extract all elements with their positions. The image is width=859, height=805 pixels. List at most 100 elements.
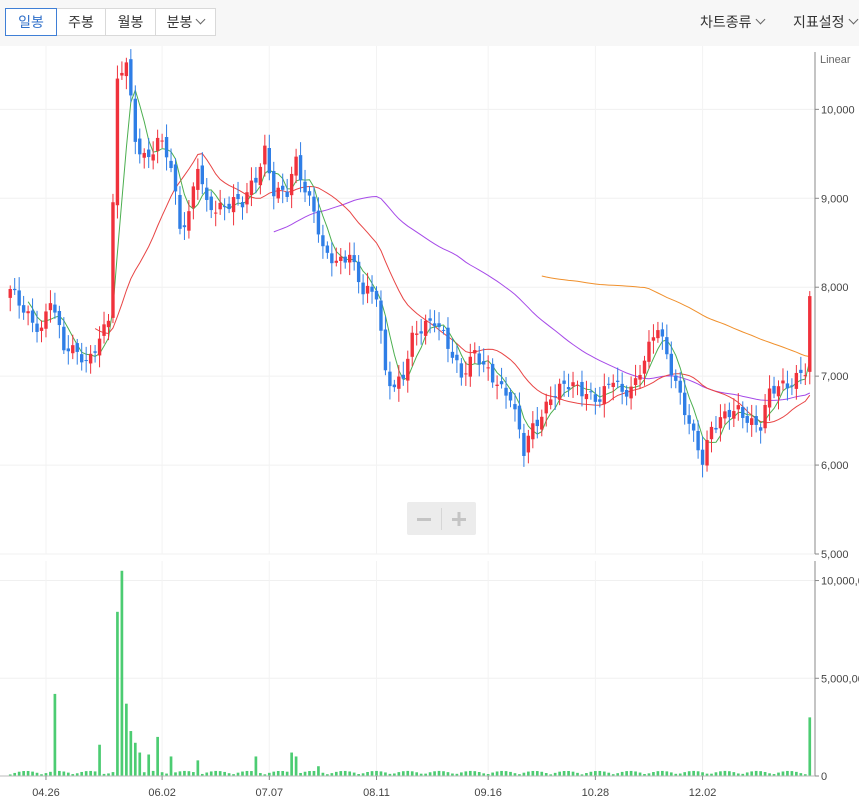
volume-bar <box>629 770 633 776</box>
candle-body <box>187 211 191 231</box>
candle-body <box>629 386 633 399</box>
candle-body <box>383 329 388 371</box>
candle-body <box>106 320 111 328</box>
volume-bar <box>178 771 182 776</box>
time-tick-label: 08.11 <box>363 787 390 799</box>
candle-body <box>441 329 446 331</box>
candle-body <box>231 197 236 213</box>
volume-bar <box>786 770 789 776</box>
candle-body <box>732 411 736 419</box>
volume-bar <box>620 771 624 776</box>
volume-bar <box>290 752 293 776</box>
volume-bar <box>192 772 195 776</box>
volume-bar <box>473 771 477 776</box>
volume-bar <box>245 770 249 776</box>
candle-body <box>289 173 294 196</box>
candle-body <box>490 363 495 383</box>
candle-body <box>115 78 120 206</box>
ma120-line <box>541 275 810 358</box>
volume-bar <box>223 771 226 776</box>
candle-body <box>88 353 93 364</box>
indicator-menu[interactable]: 지표설정 <box>793 8 858 36</box>
volume-bar <box>58 770 61 776</box>
candle-body <box>718 417 723 429</box>
candle-body <box>352 255 356 263</box>
candle-body <box>544 401 548 414</box>
volume-bar <box>692 770 695 776</box>
volume-bar <box>236 772 240 776</box>
candle-body <box>124 62 129 77</box>
candle-body <box>285 191 289 197</box>
candle-body <box>723 411 727 419</box>
volume-bar <box>218 771 222 776</box>
volume-bar <box>665 771 669 776</box>
candle-body <box>39 327 44 331</box>
candle-body <box>8 288 12 298</box>
tab-daily-label: 일봉 <box>18 14 44 30</box>
candle-body <box>709 426 714 440</box>
candle-body <box>683 392 687 416</box>
candle-body <box>477 353 481 365</box>
candle-body <box>66 348 70 352</box>
candle-body <box>356 261 361 283</box>
tab-daily[interactable]: 일봉 <box>5 8 57 36</box>
candle-body <box>303 181 307 193</box>
plus-icon <box>452 511 466 526</box>
candle-body <box>705 440 709 466</box>
candle-body <box>656 330 660 339</box>
chart-type-menu[interactable]: 차트종류 <box>700 8 765 36</box>
candle-body <box>17 290 21 306</box>
candle-body <box>258 166 263 186</box>
candle-body <box>687 415 691 424</box>
volume-bars-layer <box>8 570 812 776</box>
candle-body <box>151 154 155 161</box>
candle-body <box>93 351 97 353</box>
volume-bar <box>433 771 436 776</box>
candle-body <box>388 371 392 387</box>
candle-body <box>21 305 26 313</box>
volume-bar <box>719 771 722 776</box>
time-tick-label: 09.16 <box>474 787 502 799</box>
tab-minute[interactable]: 분봉 <box>155 8 216 36</box>
candle-body <box>566 387 571 390</box>
candle-body <box>593 394 598 402</box>
tab-monthly[interactable]: 월봉 <box>105 8 156 36</box>
volume-bar <box>370 771 374 776</box>
volume-bar <box>477 772 481 776</box>
volume-bar <box>26 770 30 776</box>
candle-body <box>669 353 673 376</box>
candle-body <box>343 256 347 263</box>
candle-body <box>473 350 477 354</box>
candle-body <box>651 337 656 341</box>
zoom-out-button[interactable] <box>407 502 441 535</box>
stock-chart[interactable]: Linear 10,000 9,000 8,000 7,000 6,000 5,000 10,… <box>0 46 859 805</box>
volume-bar <box>406 770 410 776</box>
candle-body <box>312 196 316 212</box>
volume-bar <box>142 772 146 776</box>
candle-body <box>62 326 66 351</box>
volume-bar <box>442 771 445 776</box>
candle-body <box>218 202 222 210</box>
volume-bar <box>93 771 97 776</box>
volume-bar <box>531 770 535 776</box>
candle-body <box>397 376 401 389</box>
zoom-in-button[interactable] <box>442 502 476 535</box>
tab-weekly[interactable]: 주봉 <box>56 8 106 36</box>
volume-bar <box>500 770 503 776</box>
candle-body <box>164 137 169 158</box>
price-tick-label: 10,000 <box>821 104 855 116</box>
volume-bar <box>116 611 119 776</box>
candle-body <box>696 430 700 451</box>
volume-bar <box>379 771 383 776</box>
ma5-line <box>27 88 811 444</box>
candle-body <box>35 323 39 332</box>
candle-body <box>557 383 562 400</box>
candle-body <box>767 388 772 408</box>
candle-body <box>741 406 745 418</box>
candle-body <box>633 378 638 386</box>
candle-body <box>678 380 682 393</box>
candle-body <box>714 427 718 430</box>
volume-bar <box>460 772 463 776</box>
candle-body <box>647 341 651 362</box>
candle-body <box>330 253 334 264</box>
